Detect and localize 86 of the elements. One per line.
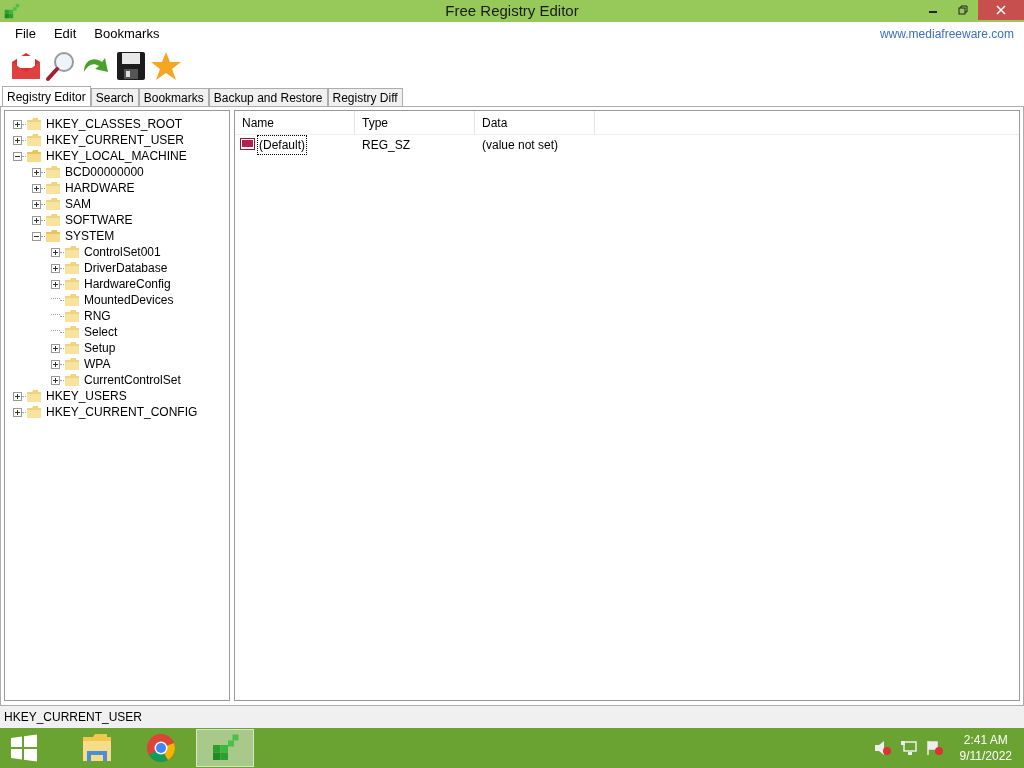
tree-item[interactable]: HKEY_CURRENT_USER xyxy=(45,131,186,149)
folder-icon xyxy=(26,133,42,147)
expander-box[interactable] xyxy=(32,215,41,225)
folder-icon xyxy=(64,293,80,307)
folder-icon xyxy=(64,277,80,291)
tree-item[interactable]: RNG xyxy=(83,307,112,325)
column-header[interactable]: Data xyxy=(475,111,595,134)
network-icon[interactable] xyxy=(899,740,918,756)
magnifier-icon[interactable] xyxy=(45,50,77,82)
menu-item[interactable]: File xyxy=(6,24,45,44)
folder-icon xyxy=(64,245,80,259)
expander-box[interactable] xyxy=(51,247,60,257)
tab[interactable]: Registry Editor xyxy=(2,86,91,106)
tree-item[interactable]: Select xyxy=(83,323,119,341)
expander-box[interactable] xyxy=(13,407,22,417)
expander-box[interactable] xyxy=(51,263,60,273)
expander-box[interactable] xyxy=(32,183,41,193)
expander-box[interactable] xyxy=(32,199,41,209)
folder-icon xyxy=(45,197,61,211)
table-cell-text: REG_SZ xyxy=(361,137,411,154)
folder-icon xyxy=(45,165,61,179)
menu-item[interactable]: Edit xyxy=(44,24,86,44)
expander-box[interactable] xyxy=(51,359,60,369)
folder-icon xyxy=(45,229,61,243)
cubes-icon xyxy=(210,733,240,763)
close-icon xyxy=(996,5,1006,15)
browser-icon xyxy=(146,733,176,763)
tree-item[interactable]: SOFTWARE xyxy=(64,211,134,229)
table-cell[interactable]: (Default) xyxy=(257,135,307,155)
folder-icon xyxy=(64,325,80,339)
expander-box[interactable] xyxy=(32,167,41,177)
tree-item[interactable]: HKEY_LOCAL_MACHINE xyxy=(45,147,188,165)
tab[interactable]: Bookmarks xyxy=(138,88,209,106)
tree-item[interactable]: HARDWARE xyxy=(64,179,136,197)
tree-item[interactable]: BCD00000000 xyxy=(64,163,145,181)
expander-box[interactable] xyxy=(13,135,22,145)
folder-icon xyxy=(81,733,113,763)
window-title: Free Registry Editor xyxy=(445,0,579,21)
website-link[interactable]: www.mediafreeware.com xyxy=(879,25,1014,43)
folder-icon xyxy=(64,357,80,371)
column-header[interactable]: Name xyxy=(235,111,355,134)
folder-icon xyxy=(26,389,42,403)
tree-item[interactable]: ControlSet001 xyxy=(83,243,162,261)
windows-start-icon[interactable] xyxy=(9,733,39,763)
expander-box[interactable] xyxy=(13,119,22,129)
tab[interactable]: Registry Diff xyxy=(327,88,403,106)
folder-icon xyxy=(26,405,42,419)
tree-item[interactable]: HKEY_CURRENT_CONFIG xyxy=(45,403,199,421)
column-header[interactable]: Type xyxy=(355,111,475,134)
speaker-muted-icon[interactable] xyxy=(873,740,892,756)
expander-box[interactable] xyxy=(32,231,41,241)
expander-box[interactable] xyxy=(13,391,22,401)
folder-icon xyxy=(64,341,80,355)
folder-icon xyxy=(45,181,61,195)
expander-box[interactable] xyxy=(13,151,22,161)
envelope-icon[interactable] xyxy=(10,50,42,82)
tree-item[interactable]: SAM xyxy=(64,195,92,213)
restore-icon xyxy=(958,5,968,15)
tree-item[interactable]: HardwareConfig xyxy=(83,275,172,293)
expander-box[interactable] xyxy=(51,343,60,353)
folder-icon xyxy=(64,261,80,275)
tree-item[interactable]: MountedDevices xyxy=(83,291,175,309)
folder-icon xyxy=(26,149,42,163)
tree-item[interactable]: Setup xyxy=(83,339,117,357)
folder-icon xyxy=(64,373,80,387)
flag-icon[interactable] xyxy=(925,740,944,756)
tab[interactable]: Backup and Restore xyxy=(208,88,328,106)
expander-box[interactable] xyxy=(51,375,60,385)
tab[interactable]: Search xyxy=(90,88,139,106)
tree-item[interactable]: SYSTEM xyxy=(64,227,116,245)
string-value-icon xyxy=(240,138,256,152)
tree-item[interactable]: HKEY_USERS xyxy=(45,387,128,405)
taskbar-app[interactable] xyxy=(196,729,254,767)
folder-icon xyxy=(45,213,61,227)
tree-item[interactable]: HKEY_CLASSES_ROOT xyxy=(45,115,184,133)
folder-icon xyxy=(64,309,80,323)
tree-item[interactable]: WPA xyxy=(83,355,112,373)
expander-box[interactable] xyxy=(51,279,60,289)
tree-item[interactable]: CurrentControlSet xyxy=(83,371,182,389)
star-icon[interactable] xyxy=(150,50,182,82)
status-text: HKEY_CURRENT_USER xyxy=(4,709,143,726)
table-cell-text: (value not set) xyxy=(481,137,560,154)
folder-icon xyxy=(26,117,42,131)
tree-item[interactable]: DriverDatabase xyxy=(83,259,169,277)
menu-item[interactable]: Bookmarks xyxy=(85,24,169,44)
app-icon xyxy=(3,2,20,20)
